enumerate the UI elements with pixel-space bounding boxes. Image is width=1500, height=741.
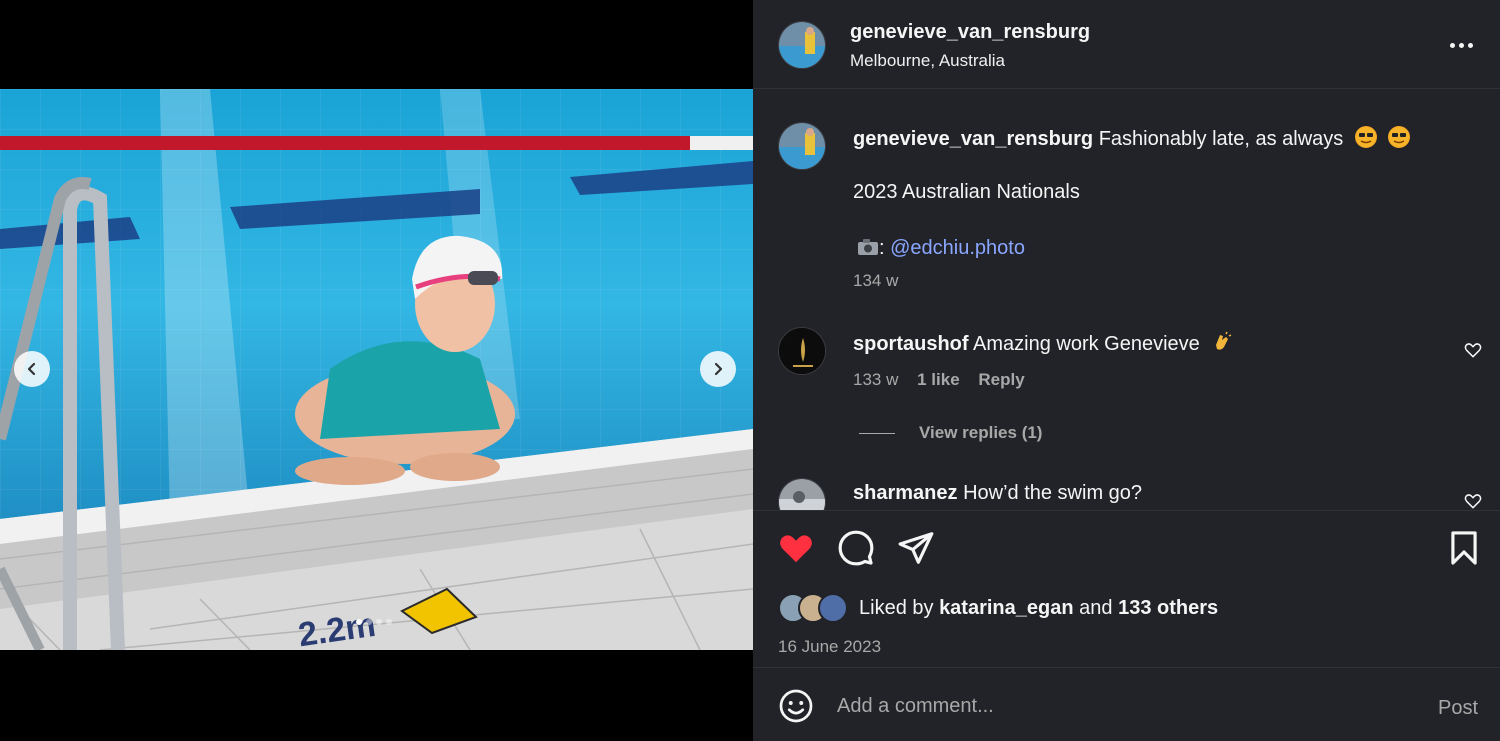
comment-row: sportaushof Amazing work Genevieve xyxy=(853,331,1233,356)
camera-prefix: : xyxy=(879,237,885,259)
more-options-icon[interactable] xyxy=(1446,36,1476,54)
avatar xyxy=(818,593,848,623)
post-actions: Liked by katarina_egan and 133 others 16… xyxy=(753,510,1500,668)
comment-input[interactable] xyxy=(837,690,1397,722)
comment-timestamp[interactable]: 133 w xyxy=(853,370,898,389)
avatar[interactable] xyxy=(778,122,826,170)
post-photo: 2.2m xyxy=(0,89,753,650)
comment-bubble-icon[interactable] xyxy=(837,529,875,567)
comment-username[interactable]: sportaushof xyxy=(853,333,969,355)
chevron-right-icon xyxy=(714,362,723,376)
like-heart-icon[interactable] xyxy=(777,529,815,567)
bookmark-icon[interactable] xyxy=(1445,529,1483,567)
caption-timestamp[interactable]: 134 w xyxy=(853,271,898,291)
carousel-dot[interactable] xyxy=(386,619,392,625)
carousel-next-button[interactable] xyxy=(700,351,736,387)
carousel-dot[interactable] xyxy=(356,619,362,625)
liked-by-and: and xyxy=(1079,597,1113,619)
avatar[interactable] xyxy=(778,478,826,510)
comment-like-heart-icon[interactable] xyxy=(1463,340,1483,360)
caption-line-2: 2023 Australian Nationals xyxy=(853,181,1080,203)
carousel-indicator xyxy=(356,619,392,625)
liked-by-username[interactable]: katarina_egan xyxy=(939,597,1074,619)
likes-summary: Liked by katarina_egan and 133 others xyxy=(859,597,1218,620)
sunglasses-emoji-icon xyxy=(1354,126,1377,148)
post-media: 2.2m xyxy=(0,0,753,741)
post-location[interactable]: Melbourne, Australia xyxy=(850,51,1005,71)
caption-username[interactable]: genevieve_van_rensburg xyxy=(853,128,1093,150)
comment-likes-count[interactable]: 1 like xyxy=(917,370,960,389)
chevron-left-icon xyxy=(27,362,36,376)
comment-row: sharmanez How’d the swim go? xyxy=(853,482,1142,505)
post-author-username[interactable]: genevieve_van_rensburg xyxy=(850,21,1090,44)
comment-composer: Post xyxy=(753,668,1500,741)
liked-by-prefix: Liked by xyxy=(859,597,934,619)
liked-by-avatars[interactable] xyxy=(778,593,858,623)
sunglasses-emoji-icon xyxy=(1388,126,1411,148)
comment-reply-button[interactable]: Reply xyxy=(978,370,1024,389)
comment-like-heart-icon[interactable] xyxy=(1463,491,1483,510)
comment-text: Amazing work Genevieve xyxy=(973,333,1200,355)
comments-section: genevieve_van_rensburg Fashionably late,… xyxy=(753,89,1500,510)
caption-text: Fashionably late, as always xyxy=(1098,128,1344,150)
carousel-prev-button[interactable] xyxy=(14,351,50,387)
post-comment-button[interactable]: Post xyxy=(1438,697,1478,720)
post-date[interactable]: 16 June 2023 xyxy=(778,637,881,657)
carousel-dot[interactable] xyxy=(366,619,372,625)
comment-username[interactable]: sharmanez xyxy=(853,482,958,504)
share-send-icon[interactable] xyxy=(897,529,935,567)
comment-text: How’d the swim go? xyxy=(963,482,1143,504)
clapping-hands-emoji-icon xyxy=(1211,331,1233,353)
view-replies-button[interactable]: View replies (1) xyxy=(919,423,1042,443)
caption: genevieve_van_rensburg Fashionably late,… xyxy=(853,126,1411,151)
post-header: genevieve_van_rensburg Melbourne, Austra… xyxy=(753,0,1500,89)
carousel-dot[interactable] xyxy=(376,619,382,625)
avatar[interactable] xyxy=(778,21,826,69)
avatar[interactable] xyxy=(778,327,826,375)
liked-by-others[interactable]: 133 others xyxy=(1118,597,1218,619)
camera-icon xyxy=(858,239,878,255)
view-replies-label[interactable]: View replies (1) xyxy=(919,423,1042,442)
comment-meta: 133 w 1 like Reply xyxy=(853,370,1025,390)
caption-credit: : @edchiu.photo xyxy=(857,237,1025,260)
photographer-mention-link[interactable]: @edchiu.photo xyxy=(890,237,1025,259)
post-side-panel: genevieve_van_rensburg Melbourne, Austra… xyxy=(753,0,1500,741)
emoji-picker-icon[interactable] xyxy=(778,688,814,724)
replies-divider xyxy=(859,433,895,434)
